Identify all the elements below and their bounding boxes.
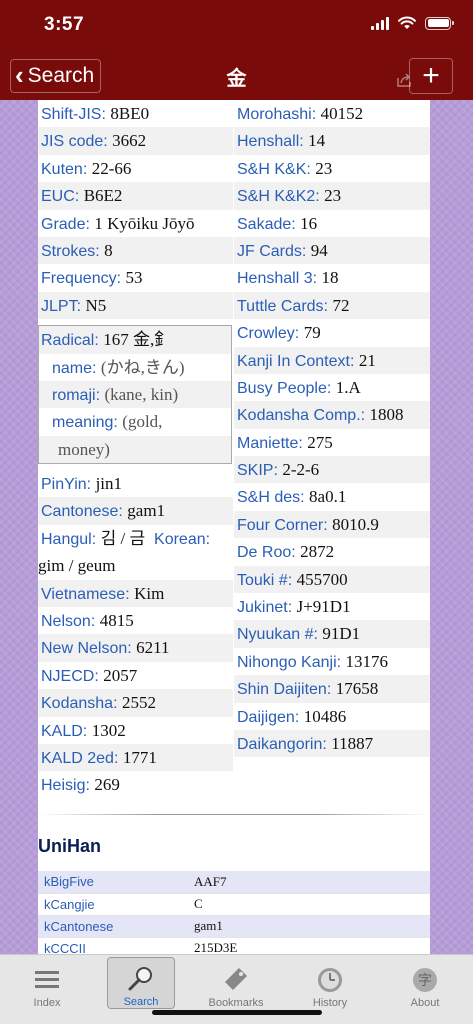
info-row: Cantonese: gam1: [38, 497, 233, 525]
info-row: PinYin: jin1: [41, 474, 123, 494]
info-row: Strokes: 8: [38, 236, 233, 265]
info-row: Shift-JIS: 8BE0: [41, 104, 150, 123]
info-row: Crowley: 79: [237, 323, 321, 343]
korean-value-row: gim / geum: [38, 556, 116, 576]
info-row: Tuttle Cards: 72: [234, 291, 430, 320]
info-row: Jukinet: J+91D1: [237, 597, 351, 617]
unihan-table: kBigFive AAF7 kCangjie C kCantonese gam1 kC…: [38, 871, 430, 955]
info-row: S&H des: 8a0.1: [237, 487, 347, 507]
info-row: Shin Daijiten: 17658: [234, 675, 430, 703]
info-row: Sakade: 16: [237, 213, 318, 233]
radical-row: Radical: 167 金,釒: [39, 326, 231, 354]
tab-history[interactable]: History: [296, 957, 364, 1009]
info-row: KALD 2ed: 1771: [38, 743, 233, 772]
kanji-detail-card: Shift-JIS: 8BE0 JIS code: 3662 Kuten: 22…: [38, 100, 430, 955]
info-row: Frequency: 53: [41, 268, 143, 288]
info-row: Kodansha Comp.: 1808: [234, 401, 430, 429]
unihan-heading: UniHan: [38, 836, 101, 856]
table-row: kCangjie C: [38, 893, 430, 916]
info-row: S&H K&K: 23: [237, 158, 333, 178]
info-row: Busy People: 1.A: [237, 377, 361, 397]
clock-icon: [318, 968, 342, 992]
info-row: Kanji In Context: 21: [234, 346, 430, 374]
info-row: NJECD: 2057: [41, 665, 138, 685]
tab-about[interactable]: 字 About: [391, 957, 459, 1009]
info-row: New Nelson: 6211: [38, 634, 233, 662]
tab-bookmarks[interactable]: Bookmarks: [202, 957, 270, 1009]
battery-icon: [425, 16, 454, 30]
table-row: kCCCII 215D3E: [38, 937, 430, 955]
info-row: Kodansha: 2552: [38, 689, 233, 717]
home-indicator: [152, 1010, 322, 1015]
info-row: JF Cards: 94: [234, 236, 430, 265]
info-row: Nihongo Kanji: 13176: [237, 651, 389, 671]
cellular-signal-icon: [371, 16, 389, 30]
info-row: Kuten: 22-66: [41, 158, 132, 178]
magnifier-icon: [128, 967, 152, 991]
info-row: JLPT: N5: [38, 291, 233, 320]
info-row: JIS code: 3662: [38, 127, 233, 155]
table-row: kCantonese gam1: [38, 915, 430, 938]
info-row: Heisig: 269: [41, 775, 120, 795]
hangul-row: Hangul: 김 / 금 Korean:: [41, 528, 211, 548]
radical-meaning-row: meaning: (gold,: [52, 412, 163, 432]
info-row: Maniette: 275: [237, 432, 333, 452]
info-row: Nyuukan #: 91D1: [234, 620, 430, 648]
table-row: kBigFive AAF7: [38, 871, 430, 894]
right-column: Morohashi: 40152 Henshall: 14 S&H K&K: 2…: [234, 100, 430, 758]
info-row: KALD: 1302: [41, 720, 126, 740]
info-row: Four Corner: 8010.9: [234, 510, 430, 539]
info-row: Vietnamese: Kim: [38, 579, 233, 608]
info-row: Henshall: 14: [234, 127, 430, 155]
info-row: EUC: B6E2: [38, 182, 233, 210]
kanji-about-icon: 字: [413, 968, 437, 992]
status-icons: [371, 16, 454, 30]
tab-index[interactable]: Index: [13, 957, 81, 1009]
info-row: Daijigen: 10486: [237, 706, 347, 726]
left-column: Shift-JIS: 8BE0 JIS code: 3662 Kuten: 22…: [38, 100, 233, 799]
info-row: Daikangorin: 11887: [234, 729, 430, 758]
section-divider: [38, 814, 430, 815]
radical-romaji-row: romaji: (kane, kin): [39, 380, 231, 409]
status-time: 3:57: [44, 14, 85, 35]
info-row: Grade: 1 Kyōiku Jōyō: [41, 213, 195, 233]
info-row: De Roo: 2872: [237, 542, 335, 562]
info-row: S&H K&K2: 23: [234, 182, 430, 210]
list-icon: [35, 971, 59, 988]
info-row: Henshall 3: 18: [237, 268, 339, 288]
info-row: Nelson: 4815: [41, 611, 134, 631]
svg-text:字: 字: [418, 973, 432, 989]
tab-search[interactable]: Search: [107, 957, 175, 1009]
navigation-bar: 3:57 ‹ Search 金 +: [0, 0, 473, 100]
info-row: Morohashi: 40152: [237, 104, 364, 123]
wifi-icon: [398, 16, 416, 29]
bookmark-tag-icon: [225, 968, 247, 990]
info-row: SKIP: 2-2-6: [234, 456, 430, 484]
add-bookmark-button[interactable]: +: [409, 58, 453, 94]
radical-meaning-cont: money): [39, 435, 231, 464]
info-row: Touki #: 455700: [234, 565, 430, 594]
radical-box[interactable]: Radical: 167 金,釒 name: (かね,きん) romaji: (…: [38, 325, 232, 465]
radical-name-row: name: (かね,きん): [52, 357, 185, 377]
